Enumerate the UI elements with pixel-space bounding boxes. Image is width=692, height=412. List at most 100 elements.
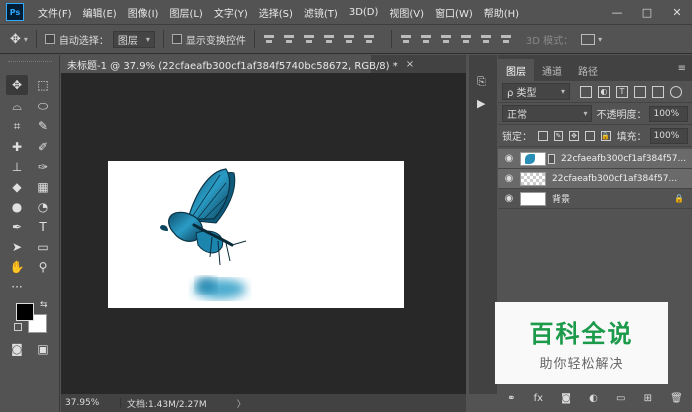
gradient-icon[interactable]: ▦ bbox=[32, 177, 54, 197]
chevron-down-icon[interactable]: ▾ bbox=[598, 35, 602, 44]
document-canvas[interactable] bbox=[108, 161, 404, 308]
quick-select-icon[interactable]: ⬭ bbox=[32, 96, 54, 116]
distribute-top-icon[interactable] bbox=[400, 33, 412, 45]
layer-row[interactable]: ◉ 22cfaeafb300cf1af384f57... bbox=[498, 149, 692, 169]
panel-grip[interactable] bbox=[8, 61, 52, 64]
history-brush-icon[interactable]: ✑ bbox=[32, 157, 54, 177]
align-hcenter-icon[interactable] bbox=[343, 33, 355, 45]
status-menu-icon[interactable]: 〉 bbox=[237, 397, 246, 410]
close-button[interactable]: ✕ bbox=[662, 0, 692, 24]
menu-layer[interactable]: 图层(L) bbox=[169, 5, 202, 20]
auto-select-dropdown[interactable]: 图层 ▾ bbox=[112, 30, 155, 48]
move-icon[interactable]: ✥ bbox=[6, 75, 28, 95]
healing-brush-icon[interactable]: ✚ bbox=[6, 137, 28, 157]
filter-kind-dropdown[interactable]: ρ 类型 ▾ bbox=[502, 83, 570, 100]
blur-icon[interactable]: ● bbox=[6, 197, 28, 217]
new-layer-icon[interactable]: ⊞ bbox=[644, 393, 652, 404]
crop-icon[interactable]: ⌗ bbox=[6, 116, 28, 136]
visibility-eye-icon[interactable]: ◉ bbox=[498, 153, 520, 164]
align-bottom-icon[interactable] bbox=[303, 33, 315, 45]
default-colors-icon[interactable] bbox=[14, 323, 22, 331]
distribute-hcenter-icon[interactable] bbox=[480, 33, 492, 45]
lock-all-icon[interactable]: 🔒 bbox=[600, 130, 611, 141]
lock-position-icon[interactable]: ✥ bbox=[569, 130, 579, 141]
hand-icon[interactable]: ✋ bbox=[6, 257, 28, 277]
workspace-icon[interactable] bbox=[581, 33, 596, 45]
visibility-eye-icon[interactable]: ◉ bbox=[498, 173, 520, 184]
type-filter-icon[interactable]: T bbox=[616, 85, 628, 98]
new-group-icon[interactable]: ▭ bbox=[616, 393, 625, 404]
layer-row[interactable]: ◉ 22cfaeafb300cf1af384f57... bbox=[498, 169, 692, 189]
align-left-icon[interactable] bbox=[323, 33, 335, 45]
layer-name[interactable]: 背景 bbox=[552, 192, 570, 205]
distribute-bottom-icon[interactable] bbox=[440, 33, 452, 45]
fill-input[interactable]: 100% bbox=[649, 127, 688, 144]
visibility-eye-icon[interactable]: ◉ bbox=[498, 193, 520, 204]
lock-transparent-icon[interactable] bbox=[538, 130, 548, 141]
show-transform-checkbox[interactable] bbox=[171, 34, 182, 44]
chevron-down-icon[interactable]: ▾ bbox=[24, 35, 28, 44]
tab-channels[interactable]: 通道 bbox=[534, 59, 570, 81]
auto-select-checkbox[interactable] bbox=[44, 34, 55, 44]
distribute-vcenter-icon[interactable] bbox=[420, 33, 432, 45]
canvas-workspace[interactable] bbox=[61, 73, 466, 394]
menu-help[interactable]: 帮助(H) bbox=[484, 5, 519, 20]
close-tab-icon[interactable]: × bbox=[406, 59, 414, 70]
blend-mode-dropdown[interactable]: 正常 ▾ bbox=[502, 105, 593, 122]
more-tools-icon[interactable]: ··· bbox=[6, 277, 28, 297]
maximize-button[interactable]: □ bbox=[632, 0, 662, 24]
distribute-right-icon[interactable] bbox=[500, 33, 512, 45]
link-layers-icon[interactable]: ⚭ bbox=[507, 393, 515, 404]
rectangle-shape-icon[interactable]: ▭ bbox=[32, 237, 54, 257]
dodge-icon[interactable]: ◔ bbox=[32, 197, 54, 217]
marquee-icon[interactable]: ⬚ bbox=[32, 75, 54, 95]
zoom-icon[interactable]: ⚲ bbox=[32, 257, 54, 277]
add-mask-icon[interactable]: ◙ bbox=[561, 393, 571, 404]
menu-view[interactable]: 视图(V) bbox=[389, 5, 424, 20]
tab-paths[interactable]: 路径 bbox=[570, 59, 606, 81]
move-tool-preset-icon[interactable]: ✥ bbox=[10, 32, 21, 47]
tab-layers[interactable]: 图层 bbox=[498, 59, 534, 81]
clone-stamp-icon[interactable]: ⊥ bbox=[6, 157, 28, 177]
path-select-icon[interactable]: ➤ bbox=[6, 237, 28, 257]
menu-edit[interactable]: 编辑(E) bbox=[83, 5, 117, 20]
lasso-icon[interactable]: ⌓ bbox=[6, 96, 28, 116]
type-icon[interactable]: T bbox=[32, 217, 54, 237]
swap-colors-icon[interactable]: ⇆ bbox=[40, 300, 48, 310]
quick-mask-icon[interactable]: ◙ bbox=[6, 339, 28, 359]
shape-filter-icon[interactable] bbox=[634, 85, 646, 98]
panel-menu-icon[interactable]: ≡ bbox=[678, 63, 686, 74]
filter-toggle-icon[interactable] bbox=[670, 85, 682, 98]
foreground-color-swatch[interactable] bbox=[16, 303, 34, 321]
menu-file[interactable]: 文件(F) bbox=[38, 5, 72, 20]
layer-name[interactable]: 22cfaeafb300cf1af384f57... bbox=[561, 154, 686, 164]
menu-select[interactable]: 选择(S) bbox=[259, 5, 293, 20]
menu-3d[interactable]: 3D(D) bbox=[349, 7, 379, 18]
brush-icon[interactable]: ✐ bbox=[32, 137, 54, 157]
delete-layer-icon[interactable]: 🗑 bbox=[670, 393, 683, 404]
document-tab[interactable]: 未标题-1 @ 37.9% (22cfaeafb300cf1af384f5740… bbox=[61, 55, 414, 73]
menu-image[interactable]: 图像(I) bbox=[128, 5, 159, 20]
actions-play-icon[interactable]: ▶ bbox=[477, 97, 489, 110]
align-top-icon[interactable] bbox=[263, 33, 275, 45]
eyedropper-icon[interactable]: ✎ bbox=[32, 116, 54, 136]
align-right-icon[interactable] bbox=[363, 33, 375, 45]
adjustment-filter-icon[interactable]: ◐ bbox=[598, 85, 610, 98]
distribute-left-icon[interactable] bbox=[460, 33, 472, 45]
adjustment-layer-icon[interactable]: ◐ bbox=[589, 393, 598, 404]
smart-object-filter-icon[interactable] bbox=[652, 85, 664, 98]
history-panel-icon[interactable]: ⎘ bbox=[477, 75, 489, 88]
menu-filter[interactable]: 滤镜(T) bbox=[304, 5, 338, 20]
zoom-level[interactable]: 37.95% bbox=[61, 398, 121, 408]
screen-mode-icon[interactable]: ▣ bbox=[32, 339, 54, 359]
layer-row[interactable]: ◉ 背景 🔒 bbox=[498, 189, 692, 209]
pen-icon[interactable]: ✒ bbox=[6, 217, 28, 237]
layer-name[interactable]: 22cfaeafb300cf1af384f57... bbox=[552, 174, 677, 184]
layer-style-fx-icon[interactable]: fx bbox=[534, 393, 543, 404]
align-vcenter-icon[interactable] bbox=[283, 33, 295, 45]
menu-window[interactable]: 窗口(W) bbox=[435, 5, 473, 20]
opacity-input[interactable]: 100% bbox=[649, 105, 688, 122]
eraser-icon[interactable]: ◆ bbox=[6, 177, 28, 197]
pixel-filter-icon[interactable] bbox=[580, 85, 592, 98]
menu-type[interactable]: 文字(Y) bbox=[214, 5, 248, 20]
